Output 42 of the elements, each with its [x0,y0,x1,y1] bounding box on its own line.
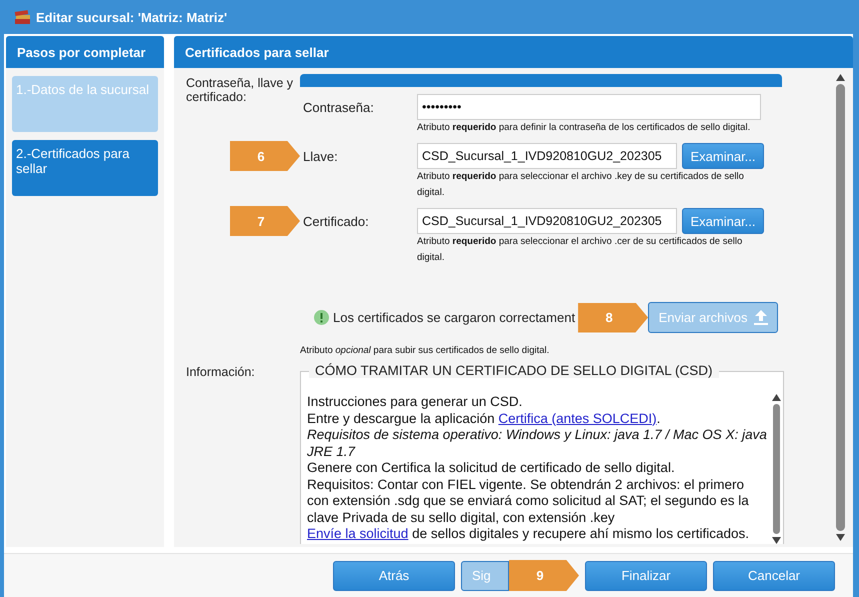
browse-button[interactable]: Examinar... [682,143,764,169]
info-link[interactable]: Certifica (antes SOLCEDI) [498,410,657,426]
field-label: Llave: [302,148,339,164]
section-header: Certificados para sellar [174,36,853,68]
scroll-down-icon[interactable] [772,537,780,544]
info-legend: CÓMO TRAMITAR UN CERTIFICADO DE SELLO DIGITAL (CSD) [309,363,719,378]
step-callout: 7 [230,206,300,236]
field-hint: Atributo requerido para seleccionar el archivo .key de su certificados de sello digital. [416,170,745,200]
scroll-down-icon[interactable] [836,534,844,541]
footer-button[interactable]: Finalizar [585,560,707,590]
password-field[interactable]: ••••••••• [417,94,761,120]
footer-button[interactable]: Atrás [333,560,455,590]
field-label: Contraseña: [302,100,375,114]
browse-button[interactable]: Examinar... [682,208,764,234]
info-icon [314,310,329,325]
upload-hint: Atributo opcional para subir sus certificados de sello digital. [300,344,550,358]
step-callout: 8 [578,302,648,332]
info-text: Instrucciones para generar un CSD. [307,394,524,410]
field-label: Certificado: [302,214,370,228]
step-callout: 9 [509,560,579,591]
info-label: Información: [186,364,256,379]
footer-button[interactable]: Cancelar [713,560,835,590]
scroll-up-icon[interactable] [772,394,780,401]
window-title: Editar sucursal: 'Matriz: Matriz' [36,10,228,24]
books-icon [14,9,32,25]
info-text: Envíe la solicitud de sellos digitales y recupere ahí mismo los certificados. [307,526,750,542]
group-label: Contraseña, llave y certificado: [186,75,294,104]
field-hint: Atributo requerido para definir la contraseña de los certificados de sello digital. [416,121,752,135]
file-field[interactable]: CSD_Sucursal_1_IVD920810GU2_202305 [417,143,677,169]
info-text: Genere con Certifica la solicitud de certificado de sello digital. [307,460,676,476]
status-message: Los certificados se cargaron correctament [333,310,576,325]
field-hint: Atributo requerido para seleccionar el archivo .cer de su certificados de sello digital. [416,235,744,265]
info-scrollbar[interactable] [769,394,783,544]
file-field[interactable]: CSD_Sucursal_1_IVD920810GU2_202305 [417,208,677,234]
info-text: Entre y descargue la aplicación Certifica (antes SOLCEDI). [307,410,662,427]
step-item[interactable]: 2.-Certificados para sellar [12,140,158,196]
requirements-text: Requisitos de sistema operativo: Windows y Linux: java 1.7 / Mac OS X: java JRE 1.7 [307,427,768,460]
step-callout: 6 [230,141,300,171]
scroll-up-icon[interactable] [836,74,844,81]
upload-icon [754,310,768,325]
steps-header: Pasos por completar [6,36,164,68]
info-link[interactable]: Envíe la solicitud [307,526,408,541]
